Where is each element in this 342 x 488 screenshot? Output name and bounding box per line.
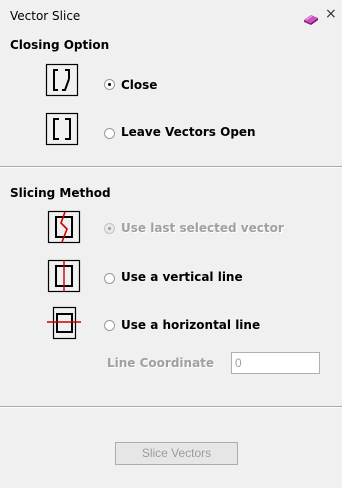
- close-icon[interactable]: ×: [325, 6, 339, 22]
- closing-option-title: Closing Option: [10, 38, 110, 52]
- line-coordinate-label: Line Coordinate: [107, 356, 215, 370]
- use-last-selected-vector-label[interactable]: Use last selected vector: [121, 221, 284, 235]
- slice-vertical-line-icon: [47, 259, 81, 293]
- slice-selected-vector-icon: [47, 210, 81, 244]
- line-coordinate-input[interactable]: [231, 352, 320, 374]
- leave-vectors-open-label[interactable]: Leave Vectors Open: [121, 125, 256, 139]
- use-vertical-line-radio[interactable]: [104, 273, 115, 284]
- close-radio[interactable]: [104, 79, 115, 90]
- use-horizontal-line-radio[interactable]: [104, 320, 115, 331]
- open-vector-icon: [45, 112, 79, 146]
- slice-horizontal-line-icon: [47, 306, 81, 340]
- slice-vectors-button[interactable]: Slice Vectors: [115, 442, 238, 465]
- book-pin-icon[interactable]: [303, 10, 319, 25]
- section-divider: [0, 406, 342, 407]
- slicing-method-title: Slicing Method: [10, 186, 111, 200]
- title-bar: Vector Slice ×: [0, 0, 342, 30]
- window-title: Vector Slice: [10, 9, 81, 23]
- section-divider: [0, 166, 342, 167]
- leave-vectors-open-radio[interactable]: [104, 128, 115, 139]
- use-horizontal-line-label[interactable]: Use a horizontal line: [121, 318, 260, 332]
- closed-vector-icon: [45, 63, 79, 97]
- use-vertical-line-label[interactable]: Use a vertical line: [121, 270, 243, 284]
- use-last-selected-vector-radio[interactable]: [104, 223, 115, 234]
- close-option-label[interactable]: Close: [121, 78, 157, 92]
